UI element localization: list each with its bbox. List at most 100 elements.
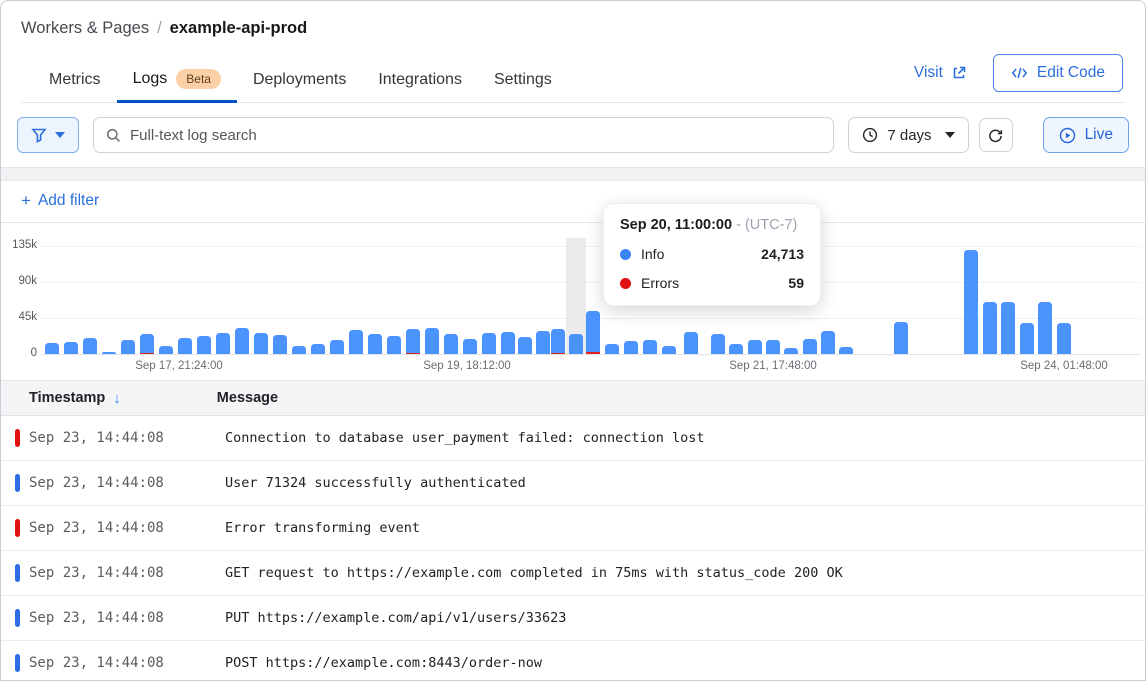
- chart-bar[interactable]: [311, 344, 325, 354]
- bar-info-segment: [463, 339, 477, 354]
- chart-bar[interactable]: [821, 331, 835, 354]
- bar-info-segment: [501, 332, 515, 354]
- chart-bar[interactable]: [643, 340, 657, 354]
- bar-info-segment: [643, 340, 657, 354]
- edit-code-button[interactable]: Edit Code: [993, 54, 1123, 92]
- visit-link[interactable]: Visit: [914, 64, 967, 82]
- chart-bar[interactable]: [463, 339, 477, 354]
- chart-bar[interactable]: [197, 336, 211, 354]
- add-filter-link[interactable]: Add filter: [38, 192, 99, 210]
- chart-bar[interactable]: [254, 333, 268, 354]
- timestamp-column-header[interactable]: Timestamp ↓: [1, 390, 121, 407]
- chart-bar[interactable]: [349, 330, 363, 354]
- chart-bar[interactable]: [406, 329, 420, 354]
- chart-bar[interactable]: [45, 343, 59, 354]
- chart-bar[interactable]: [729, 344, 743, 354]
- chart-bar[interactable]: [662, 346, 676, 354]
- chart-bar[interactable]: [605, 344, 619, 354]
- chart-bar[interactable]: [1001, 302, 1015, 354]
- chart-bar[interactable]: [1057, 323, 1071, 354]
- chart-bar[interactable]: [894, 322, 908, 354]
- chart-bar[interactable]: [1020, 323, 1034, 354]
- log-table-header: Timestamp ↓ Message: [1, 380, 1145, 416]
- log-row[interactable]: Sep 23, 14:44:08 Error transforming even…: [1, 506, 1145, 551]
- tooltip-info-row: Info 24,713: [620, 246, 804, 262]
- chart-bar[interactable]: [425, 328, 439, 354]
- log-volume-chart: 045k90k135kSep 17, 21:24:00Sep 19, 18:12…: [1, 223, 1145, 380]
- live-button[interactable]: Live: [1043, 117, 1129, 153]
- chart-bar[interactable]: [121, 340, 135, 354]
- search-input[interactable]: [130, 127, 821, 144]
- chart-bar[interactable]: [64, 342, 78, 354]
- chart-bar[interactable]: [159, 346, 173, 354]
- external-link-icon: [951, 65, 967, 81]
- section-divider: [1, 167, 1145, 181]
- chart-bar[interactable]: [501, 332, 515, 354]
- bar-info-segment: [330, 340, 344, 354]
- chart-bar[interactable]: [803, 339, 817, 354]
- chart-bar[interactable]: [766, 340, 780, 354]
- log-message: Error transforming event: [225, 520, 420, 536]
- chart-bar[interactable]: [748, 340, 762, 354]
- chart-bar[interactable]: [292, 346, 306, 354]
- bar-info-segment: [482, 333, 496, 354]
- bar-info-segment: [64, 342, 78, 354]
- chart-bar[interactable]: [178, 338, 192, 354]
- chart-bar[interactable]: [83, 338, 97, 354]
- chart-bar[interactable]: [586, 311, 600, 354]
- chart-bar[interactable]: [482, 333, 496, 354]
- log-message: User 71324 successfully authenticated: [225, 475, 526, 491]
- chart-bar[interactable]: [1038, 302, 1052, 354]
- chart-bar[interactable]: [711, 334, 725, 354]
- bar-info-segment: [839, 347, 853, 354]
- bar-info-segment: [784, 348, 798, 354]
- time-range-select[interactable]: 7 days: [848, 117, 968, 153]
- tab-deployments[interactable]: Deployments: [237, 61, 362, 102]
- sort-desc-icon[interactable]: ↓: [113, 390, 121, 407]
- chart-bar[interactable]: [140, 334, 154, 354]
- breadcrumb-section[interactable]: Workers & Pages: [21, 19, 149, 38]
- chart-bar[interactable]: [387, 336, 401, 354]
- chart-bar[interactable]: [536, 331, 550, 354]
- tab-logs-label: Logs: [133, 70, 168, 88]
- chart-bar[interactable]: [235, 328, 249, 354]
- chart-bar[interactable]: [784, 348, 798, 354]
- chart-bar[interactable]: [368, 334, 382, 354]
- chart-plot-area[interactable]: 045k90k135kSep 17, 21:24:00Sep 19, 18:12…: [41, 246, 1141, 354]
- chart-bar[interactable]: [684, 332, 698, 354]
- chart-bar[interactable]: [273, 335, 287, 354]
- refresh-button[interactable]: [979, 118, 1013, 152]
- chart-bar[interactable]: [551, 329, 565, 354]
- log-timestamp: Sep 23, 14:44:08: [1, 610, 225, 626]
- log-row[interactable]: Sep 23, 14:44:08 PUT https://example.com…: [1, 596, 1145, 641]
- tab-settings[interactable]: Settings: [478, 61, 568, 102]
- log-row[interactable]: Sep 23, 14:44:08 POST https://example.co…: [1, 641, 1145, 681]
- chart-bar[interactable]: [839, 347, 853, 354]
- bar-info-segment: [368, 334, 382, 354]
- plus-icon: +: [21, 191, 31, 211]
- chart-bar[interactable]: [983, 302, 997, 354]
- chart-bar[interactable]: [964, 250, 978, 354]
- chart-bar[interactable]: [444, 334, 458, 354]
- log-search[interactable]: [93, 117, 834, 153]
- log-row[interactable]: Sep 23, 14:44:08 User 71324 successfully…: [1, 461, 1145, 506]
- log-row[interactable]: Sep 23, 14:44:08 GET request to https://…: [1, 551, 1145, 596]
- chart-bar[interactable]: [216, 333, 230, 354]
- tab-logs[interactable]: Logs Beta: [117, 59, 237, 102]
- chart-bar[interactable]: [518, 337, 532, 354]
- bar-info-segment: [684, 332, 698, 354]
- bar-info-segment: [444, 334, 458, 354]
- chart-bar[interactable]: [330, 340, 344, 354]
- tab-metrics[interactable]: Metrics: [33, 61, 117, 102]
- chart-bar-hovered[interactable]: [569, 334, 583, 354]
- chart-bar[interactable]: [102, 352, 116, 354]
- bar-info-segment: [102, 352, 116, 354]
- funnel-icon: [31, 127, 47, 143]
- tab-integrations[interactable]: Integrations: [362, 61, 478, 102]
- severity-indicator: [15, 609, 20, 627]
- filter-menu-button[interactable]: [17, 117, 79, 153]
- chart-bar[interactable]: [624, 341, 638, 354]
- log-row[interactable]: Sep 23, 14:44:08 Connection to database …: [1, 416, 1145, 461]
- bar-info-segment: [729, 344, 743, 354]
- severity-indicator: [15, 654, 20, 672]
